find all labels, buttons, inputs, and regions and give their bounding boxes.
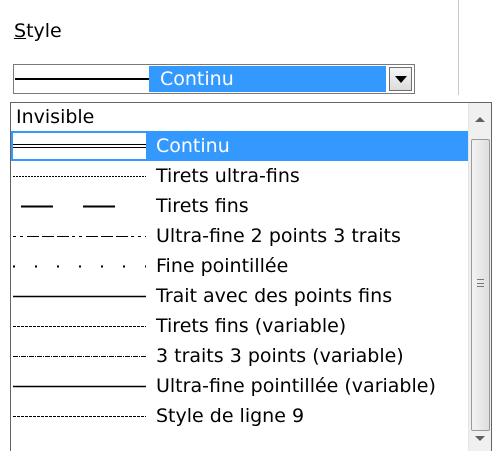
line-style-sample [13, 341, 146, 371]
scroll-down-arrow-icon[interactable] [475, 436, 485, 441]
list-item-label: Fine pointillée [156, 255, 289, 277]
line-style-sample-graphic [13, 326, 146, 327]
list-item-label: Tirets fins [156, 195, 249, 217]
style-label: Style [14, 20, 62, 42]
list-item-label: Tirets fins (variable) [156, 315, 347, 337]
list-item-label: Ultra-fine pointillée (variable) [156, 375, 436, 397]
line-style-sample-graphic [13, 144, 146, 148]
list-item[interactable]: Ultra-fine pointillée (variable) [11, 371, 468, 401]
line-style-sample [13, 401, 146, 431]
line-style-sample-graphic [13, 295, 146, 298]
list-item-label: 3 traits 3 points (variable) [156, 345, 404, 367]
combo-selected-value: Continu [149, 66, 386, 92]
line-style-sample [13, 251, 146, 281]
list-item[interactable]: Tirets fins [11, 191, 468, 221]
dropdown-button[interactable] [389, 67, 412, 91]
list-item[interactable]: Invisible [11, 103, 468, 131]
vertical-separator [458, 0, 459, 95]
line-style-sample-graphic [13, 416, 146, 417]
list-item[interactable]: Tirets fins (variable) [11, 311, 468, 341]
scroll-up-arrow-icon[interactable] [475, 117, 485, 122]
vertical-scrollbar[interactable] [468, 103, 491, 451]
line-style-dropdown-list[interactable]: Invisible Continu Tirets ultra-fins Tirets … [10, 102, 492, 451]
list-item[interactable]: Continu [11, 131, 468, 161]
line-style-sample-graphic [13, 176, 146, 177]
list-item[interactable]: Tirets ultra-fins [11, 161, 468, 191]
list-item[interactable]: 3 traits 3 points (variable) [11, 341, 468, 371]
line-style-sample-graphic [13, 385, 146, 388]
list-item-label: Continu [156, 135, 230, 157]
list-item[interactable]: Trait avec des points fins [11, 281, 468, 311]
list-item[interactable]: Style de ligne 9 [11, 401, 468, 431]
list-item-label: Tirets ultra-fins [156, 165, 300, 187]
line-style-sample-graphic [13, 356, 146, 357]
list-items: Invisible Continu Tirets ultra-fins Tirets … [11, 103, 468, 431]
grip-icon [477, 279, 484, 287]
list-item-label: Style de ligne 9 [156, 405, 305, 427]
combo-line-sample [15, 66, 149, 92]
line-style-sample [13, 191, 146, 221]
line-style-sample-graphic [13, 265, 146, 268]
line-style-sample [13, 311, 146, 341]
line-style-sample [13, 371, 146, 401]
scrollbar-thumb[interactable] [471, 139, 490, 431]
line-style-combobox[interactable]: Continu [13, 64, 415, 94]
style-label-access-key: S [14, 20, 27, 42]
list-item[interactable]: Fine pointillée [11, 251, 468, 281]
style-label-text: tyle [26, 20, 62, 42]
combo-line-sample-graphic [15, 78, 149, 80]
line-style-sample [13, 133, 146, 159]
line-style-sample-graphic [21, 205, 115, 208]
list-item-label: Trait avec des points fins [156, 285, 393, 307]
list-item[interactable]: Ultra-fine 2 points 3 traits [11, 221, 468, 251]
line-style-sample [13, 221, 146, 251]
chevron-down-icon [395, 76, 407, 83]
list-item-label: Ultra-fine 2 points 3 traits [156, 225, 401, 247]
line-style-sample [13, 161, 146, 191]
line-style-sample-graphic [13, 236, 146, 237]
list-item-label: Invisible [16, 106, 95, 128]
line-style-sample [13, 281, 146, 311]
